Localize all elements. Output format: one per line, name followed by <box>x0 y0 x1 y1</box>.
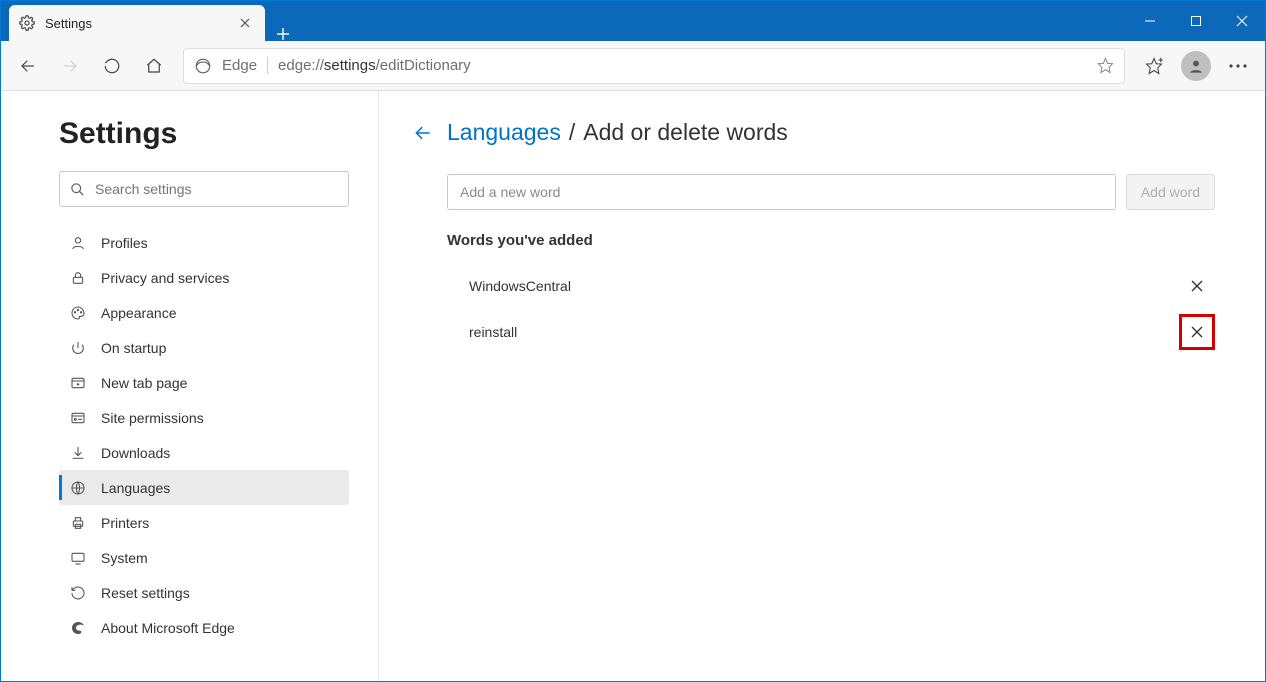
nav-label: System <box>101 550 148 566</box>
address-url: edge://settings/editDictionary <box>278 57 471 74</box>
breadcrumb-link[interactable]: Languages <box>447 119 561 146</box>
nav-label: Reset settings <box>101 585 190 601</box>
more-menu-button[interactable] <box>1219 47 1257 85</box>
search-icon <box>70 182 85 197</box>
nav-label: Printers <box>101 515 149 531</box>
breadcrumb-current: Add or delete words <box>583 119 788 146</box>
breadcrumb-back-button[interactable] <box>413 123 433 143</box>
nav-reset[interactable]: Reset settings <box>59 575 349 610</box>
breadcrumb-separator: / <box>569 119 575 146</box>
download-icon <box>69 445 87 461</box>
tab-close-button[interactable] <box>237 15 253 31</box>
nav-label: New tab page <box>101 375 187 391</box>
printer-icon <box>69 515 87 531</box>
lock-icon <box>69 270 87 286</box>
nav-privacy[interactable]: Privacy and services <box>59 260 349 295</box>
tab-title: Settings <box>45 16 92 31</box>
new-tab-button[interactable] <box>265 27 301 41</box>
reset-icon <box>69 585 87 601</box>
power-icon <box>69 340 87 356</box>
nav-printers[interactable]: Printers <box>59 505 349 540</box>
words-section-title: Words you've added <box>447 232 1215 249</box>
breadcrumb: Languages / Add or delete words <box>413 119 1215 146</box>
window-controls <box>1127 1 1265 41</box>
address-bar[interactable]: Edge edge://settings/editDictionary <box>183 48 1125 84</box>
gear-icon <box>19 15 35 31</box>
tab-strip: Settings <box>1 1 301 41</box>
system-icon <box>69 550 87 566</box>
nav-profiles[interactable]: Profiles <box>59 225 349 260</box>
nav-label: Languages <box>101 480 170 496</box>
favorites-button[interactable] <box>1135 47 1173 85</box>
word-text: WindowsCentral <box>469 278 1179 294</box>
back-button[interactable] <box>9 47 47 85</box>
address-scheme-label: Edge <box>222 57 268 74</box>
favorite-star-icon[interactable] <box>1097 57 1114 74</box>
profile-avatar[interactable] <box>1181 51 1211 81</box>
settings-heading: Settings <box>59 117 348 151</box>
toolbar: Edge edge://settings/editDictionary <box>1 41 1265 91</box>
refresh-button[interactable] <box>93 47 131 85</box>
settings-nav: Profiles Privacy and services Appearance… <box>59 225 349 645</box>
palette-icon <box>69 305 87 321</box>
add-word-button[interactable]: Add word <box>1126 174 1215 210</box>
settings-search-input[interactable] <box>95 181 338 197</box>
word-row: reinstall <box>447 309 1215 355</box>
word-row: WindowsCentral <box>447 263 1215 309</box>
permissions-icon <box>69 410 87 426</box>
edge-logo-icon <box>194 57 212 75</box>
nav-label: Site permissions <box>101 410 204 426</box>
home-button[interactable] <box>135 47 173 85</box>
nav-label: Appearance <box>101 305 177 321</box>
add-word-row: Add word <box>447 174 1215 210</box>
main-panel: Languages / Add or delete words Add word… <box>379 91 1265 681</box>
close-window-button[interactable] <box>1219 1 1265 41</box>
nav-label: Privacy and services <box>101 270 229 286</box>
nav-startup[interactable]: On startup <box>59 330 349 365</box>
nav-site-permissions[interactable]: Site permissions <box>59 400 349 435</box>
title-bar: Settings <box>1 1 1265 41</box>
browser-tab[interactable]: Settings <box>9 5 265 41</box>
word-text: reinstall <box>469 324 1179 340</box>
forward-button <box>51 47 89 85</box>
nav-label: On startup <box>101 340 166 356</box>
settings-sidebar: Settings Profiles Privacy and services <box>1 91 379 681</box>
languages-icon <box>69 480 87 496</box>
minimize-button[interactable] <box>1127 1 1173 41</box>
nav-system[interactable]: System <box>59 540 349 575</box>
nav-languages[interactable]: Languages <box>59 470 349 505</box>
delete-word-button[interactable] <box>1179 268 1215 304</box>
nav-about[interactable]: About Microsoft Edge <box>59 610 349 645</box>
nav-label: About Microsoft Edge <box>101 620 235 636</box>
nav-label: Profiles <box>101 235 148 251</box>
nav-label: Downloads <box>101 445 170 461</box>
settings-search[interactable] <box>59 171 349 207</box>
nav-appearance[interactable]: Appearance <box>59 295 349 330</box>
nav-newtab[interactable]: New tab page <box>59 365 349 400</box>
maximize-button[interactable] <box>1173 1 1219 41</box>
nav-downloads[interactable]: Downloads <box>59 435 349 470</box>
edge-icon <box>69 620 87 636</box>
newtab-icon <box>69 375 87 391</box>
delete-word-button[interactable] <box>1179 314 1215 350</box>
person-icon <box>69 235 87 251</box>
add-word-input[interactable] <box>447 174 1116 210</box>
